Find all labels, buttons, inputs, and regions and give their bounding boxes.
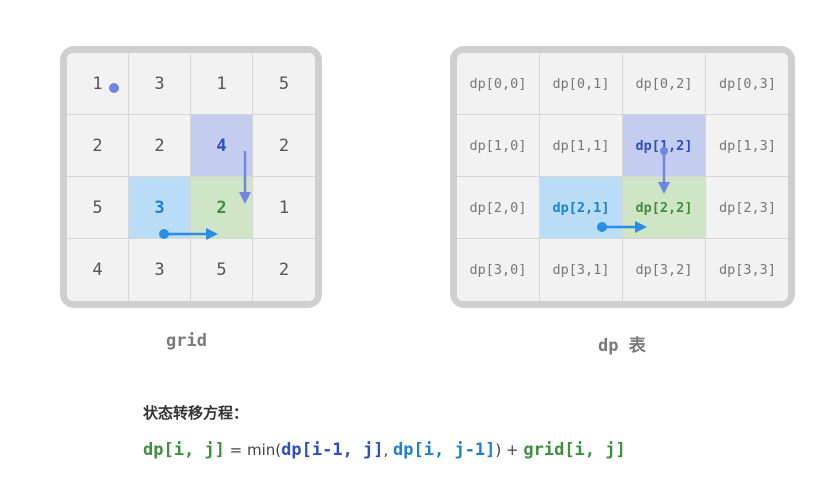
dp-cell-1-2: dp[1,2]	[623, 115, 706, 177]
grid-cell-2-3: 1	[253, 177, 315, 239]
dp-cell-1-1: dp[1,1]	[540, 115, 623, 177]
dp-cell-2-2: dp[2,2]	[623, 177, 706, 239]
dp-table: dp[0,0] dp[0,1] dp[0,2] dp[0,3] dp[1,0] dp[1,…	[457, 53, 788, 301]
grid-caption: grid	[166, 331, 207, 351]
dp-cell-1-3: dp[1,3]	[706, 115, 788, 177]
dp-cell-3-3: dp[3,3]	[719, 262, 776, 278]
grid-cell-3-1: 3	[129, 239, 191, 301]
dp-panel: dp[0,0] dp[0,1] dp[0,2] dp[0,3] dp[1,0] dp[1,…	[450, 46, 795, 308]
grid-cell-2-0: 5	[67, 177, 129, 239]
grid-panel-inner: 1315224253214352	[67, 53, 315, 301]
dp-cell-0-3: dp[0,3]	[706, 53, 788, 115]
formula-close-plus: ) +	[495, 441, 524, 459]
grid-cell-3-0: 4	[67, 239, 129, 301]
grid-cell-0-1: 3	[129, 53, 191, 115]
grid-panel: 1315224253214352	[60, 46, 322, 308]
dp-caption: dp 表	[598, 336, 646, 356]
dp-cell-2-0: dp[2,0]	[457, 177, 540, 239]
formula-term-grid: grid[i, j]	[523, 440, 626, 460]
dp-cell-0-0: dp[0,0]	[457, 53, 540, 115]
dp-cell-3-0: dp[3,0]	[457, 239, 540, 301]
dp-panel-inner: dp[0,0] dp[0,1] dp[0,2] dp[0,3] dp[1,0] dp[1,…	[457, 53, 788, 301]
dp-cell-2-1: dp[2,1]	[540, 177, 623, 239]
formula-term-left: dp[i, j-1]	[393, 440, 496, 460]
formula: dp[i, j] = min(dp[i-1, j], dp[i, j-1]) +…	[143, 440, 626, 460]
formula-term-up: dp[i-1, j]	[281, 440, 384, 460]
dp-cell-0-2: dp[0,2]	[623, 53, 706, 115]
formula-comma: ,	[383, 441, 394, 459]
dp-cell-2-3: dp[2,3]	[706, 177, 788, 239]
formula-lhs: dp[i, j]	[143, 440, 225, 460]
grid-cell-0-2: 1	[191, 53, 253, 115]
dp-cell-1-0: dp[1,0]	[457, 115, 540, 177]
grid-cell-2-2: 2	[191, 177, 253, 239]
grid-cell-1-2: 4	[191, 115, 253, 177]
grid-cell-2-1: 3	[129, 177, 191, 239]
formula-title: 状态转移方程：	[143, 404, 249, 422]
grid-table: 1315224253214352	[67, 53, 315, 301]
grid-cell-1-1: 2	[129, 115, 191, 177]
dp-cell-3-2: dp[3,2]	[623, 239, 706, 301]
grid-cell-3-3: 2	[278, 260, 290, 280]
dp-cell-0-1: dp[0,1]	[540, 53, 623, 115]
grid-cell-0-0: 1	[67, 53, 129, 115]
formula-eq: = min(	[224, 441, 282, 459]
dp-cell-3-1: dp[3,1]	[540, 239, 623, 301]
grid-cell-1-0: 2	[67, 115, 129, 177]
grid-cell-1-3: 2	[253, 115, 315, 177]
grid-cell-0-3: 5	[253, 53, 315, 115]
grid-cell-3-2: 5	[191, 239, 253, 301]
